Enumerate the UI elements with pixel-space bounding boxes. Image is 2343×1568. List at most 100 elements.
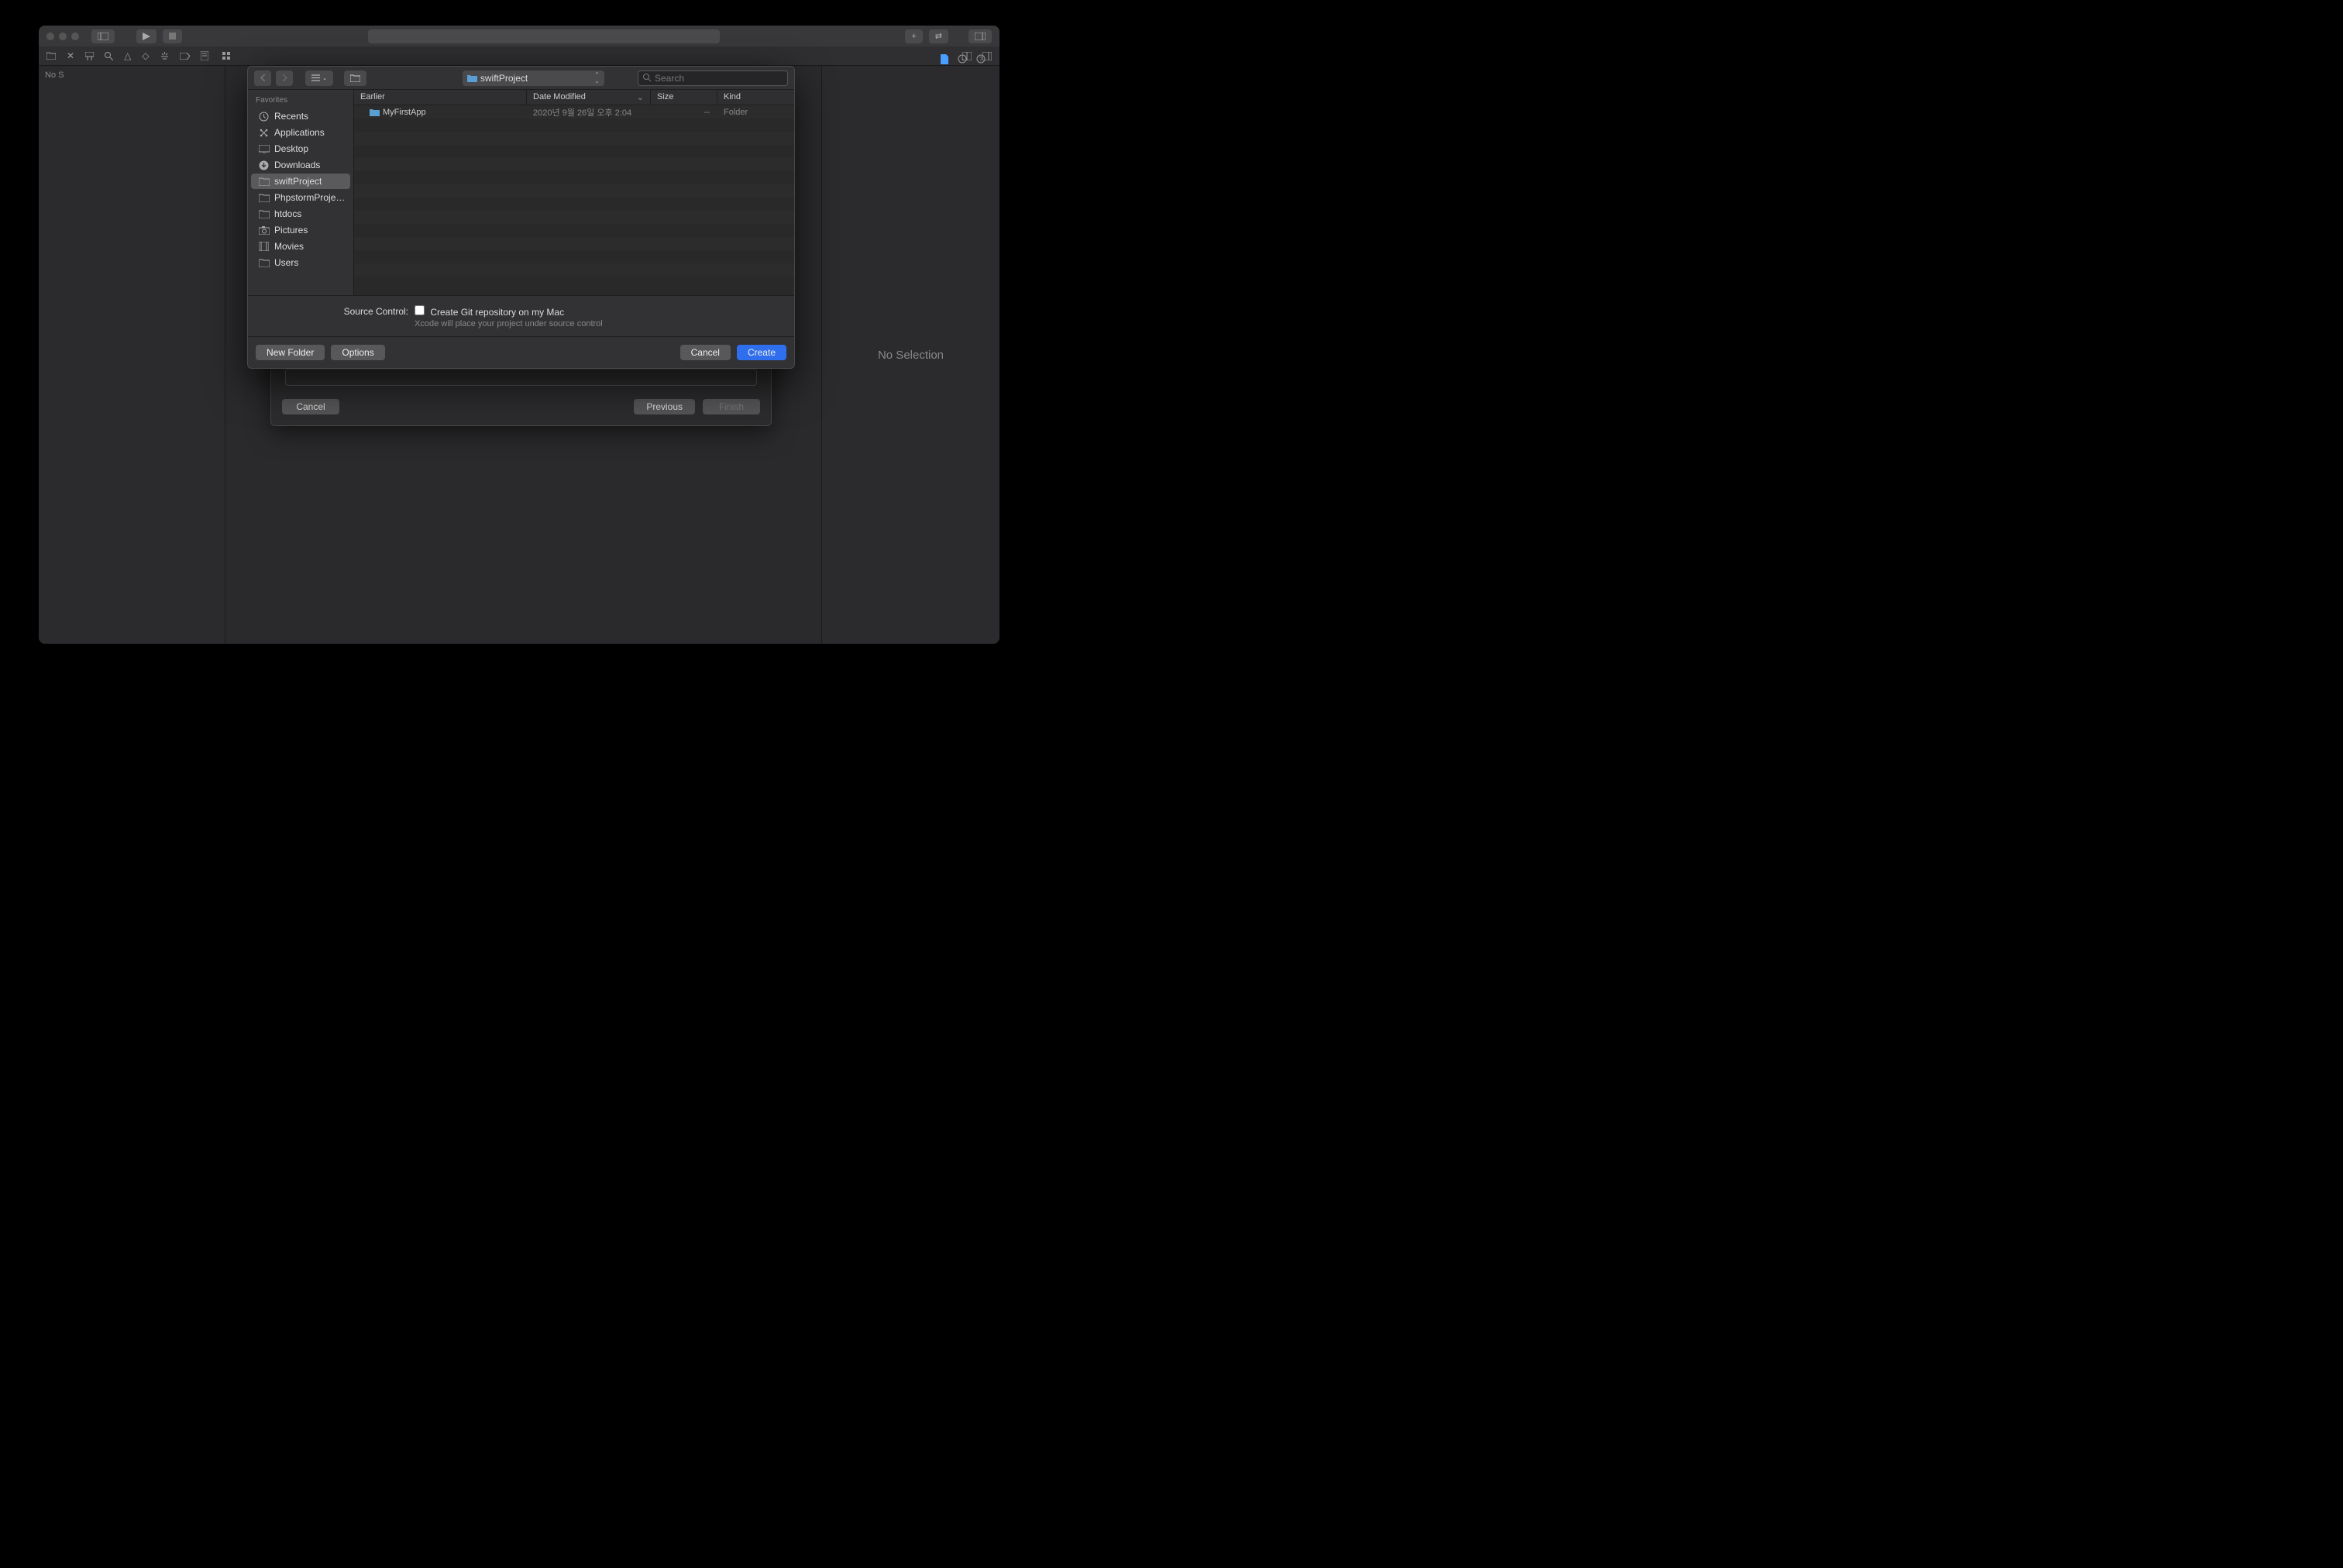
camera-icon xyxy=(259,226,270,235)
create-button[interactable]: Create xyxy=(737,345,786,360)
navigator-status: No S xyxy=(39,66,225,84)
sidebar-item-applications[interactable]: Applications xyxy=(251,125,350,140)
panel-icon xyxy=(98,33,108,40)
table-row xyxy=(354,184,794,198)
code-review-button[interactable]: ⇄ xyxy=(929,29,948,43)
wizard-finish-button: Finish xyxy=(703,399,760,414)
git-checkbox-label[interactable]: Create Git repository on my Mac xyxy=(415,307,564,318)
git-checkbox[interactable] xyxy=(415,305,425,315)
folder-icon xyxy=(259,259,270,267)
new-folder-button[interactable]: New Folder xyxy=(256,345,325,360)
sidebar-item-htdocs[interactable]: htdocs xyxy=(251,206,350,222)
save-dialog-footer: New Folder Options Cancel Create xyxy=(248,337,794,368)
wizard-cancel-button[interactable]: Cancel xyxy=(282,399,339,414)
editor-panel: Cancel Previous Finish xyxy=(225,66,821,644)
sidebar-item-label: Applications xyxy=(274,127,325,138)
report-nav-icon[interactable] xyxy=(201,51,208,60)
file-inspector-icon[interactable] xyxy=(941,54,948,64)
folder-icon xyxy=(259,194,270,202)
sidebar-item-label: Recents xyxy=(274,111,308,122)
content-area: No S Cancel Previous Finish xyxy=(39,66,999,644)
table-row xyxy=(354,237,794,250)
table-row xyxy=(354,211,794,224)
chevron-right-icon xyxy=(282,74,287,81)
run-button[interactable] xyxy=(136,29,157,43)
find-nav-icon[interactable] xyxy=(105,52,113,60)
sidebar-item-downloads[interactable]: Downloads xyxy=(251,157,350,173)
file-rows: MyFirstApp2020년 9월 26일 오후 2:04--Folder xyxy=(354,105,794,295)
view-mode-button[interactable]: ⌄ xyxy=(305,70,333,86)
apps-icon xyxy=(259,128,270,138)
svg-text:?: ? xyxy=(979,56,983,63)
test-nav-icon[interactable]: ◇ xyxy=(142,50,149,61)
table-row xyxy=(354,171,794,184)
nav-back-button[interactable] xyxy=(254,70,271,86)
debug-nav-icon[interactable] xyxy=(160,52,169,60)
sidebar-item-movies[interactable]: Movies xyxy=(251,239,350,254)
folder-icon xyxy=(467,74,477,82)
titlebar: + ⇄ xyxy=(39,26,999,46)
wizard-previous-button[interactable]: Previous xyxy=(634,399,695,414)
column-date[interactable]: Date Modified ⌄ xyxy=(527,90,651,105)
clock-icon xyxy=(259,112,270,122)
file-name: MyFirstApp xyxy=(383,108,426,117)
sidebar-toggle-button[interactable] xyxy=(91,29,115,43)
sidebar-item-users[interactable]: Users xyxy=(251,255,350,270)
source-control-hint: Xcode will place your project under sour… xyxy=(415,319,603,328)
sidebar-item-desktop[interactable]: Desktop xyxy=(251,141,350,156)
cancel-button[interactable]: Cancel xyxy=(680,345,731,360)
search-icon xyxy=(643,74,652,82)
inspector-toggle-button[interactable] xyxy=(969,29,992,43)
path-chevron-icon: ⌃⌄ xyxy=(594,72,600,84)
table-row xyxy=(354,277,794,290)
table-row xyxy=(354,158,794,171)
sidebar-item-label: Desktop xyxy=(274,143,308,154)
issue-nav-icon[interactable]: △ xyxy=(124,50,131,61)
options-button[interactable]: Options xyxy=(331,345,384,360)
table-row xyxy=(354,132,794,145)
table-row xyxy=(354,250,794,263)
grid-nav-icon[interactable] xyxy=(222,52,231,60)
history-inspector-icon[interactable] xyxy=(958,54,967,64)
table-row xyxy=(354,198,794,211)
close-window-icon[interactable] xyxy=(46,33,54,40)
inspector-panel: No Selection xyxy=(821,66,999,644)
wizard-field xyxy=(285,369,757,386)
save-dialog: ⌄ swiftProject ⌃⌄ Se xyxy=(247,66,795,369)
stop-button[interactable] xyxy=(163,29,182,43)
search-input[interactable]: Search xyxy=(638,70,788,86)
sidebar-favorites-header: Favorites xyxy=(248,93,353,108)
column-size[interactable]: Size xyxy=(651,90,717,105)
path-selector[interactable]: swiftProject ⌃⌄ xyxy=(463,70,604,86)
file-date: 2020년 9월 26일 오후 2:04 xyxy=(527,106,651,119)
sidebar-item-recents[interactable]: Recents xyxy=(251,108,350,124)
table-row[interactable]: MyFirstApp2020년 9월 26일 오후 2:04--Folder xyxy=(354,105,794,119)
sidebar-item-label: Downloads xyxy=(274,160,320,170)
group-button[interactable] xyxy=(344,70,366,86)
stop-icon xyxy=(169,33,176,40)
symbol-nav-icon[interactable] xyxy=(85,52,94,60)
minimize-window-icon[interactable] xyxy=(59,33,67,40)
file-list-area: Earlier Date Modified ⌄ Size Kind MyFirs… xyxy=(354,90,794,295)
folder-nav-icon[interactable] xyxy=(46,52,56,60)
play-icon xyxy=(143,33,150,40)
sidebar-item-label: htdocs xyxy=(274,208,301,219)
source-control-nav-icon[interactable]: ✕ xyxy=(67,50,74,61)
nav-forward-button[interactable] xyxy=(276,70,293,86)
zoom-window-icon[interactable] xyxy=(71,33,79,40)
breakpoint-nav-icon[interactable] xyxy=(180,53,190,60)
library-button[interactable]: + xyxy=(905,29,922,43)
film-icon xyxy=(259,242,270,251)
file-size: -- xyxy=(651,108,717,117)
folder-icon xyxy=(259,177,270,186)
sidebar-item-phpstormproje[interactable]: PhpstormProje… xyxy=(251,190,350,205)
xcode-window: + ⇄ ✕ △ ◇ xyxy=(39,26,999,644)
help-inspector-icon[interactable]: ? xyxy=(976,54,986,64)
traffic-lights[interactable] xyxy=(46,33,79,40)
column-kind[interactable]: Kind xyxy=(717,90,794,105)
column-name[interactable]: Earlier xyxy=(354,90,527,105)
no-selection-label: No Selection xyxy=(878,349,944,362)
sidebar-item-pictures[interactable]: Pictures xyxy=(251,222,350,238)
sidebar-item-swiftproject[interactable]: swiftProject xyxy=(251,174,350,189)
sidebar-item-label: PhpstormProje… xyxy=(274,192,345,203)
